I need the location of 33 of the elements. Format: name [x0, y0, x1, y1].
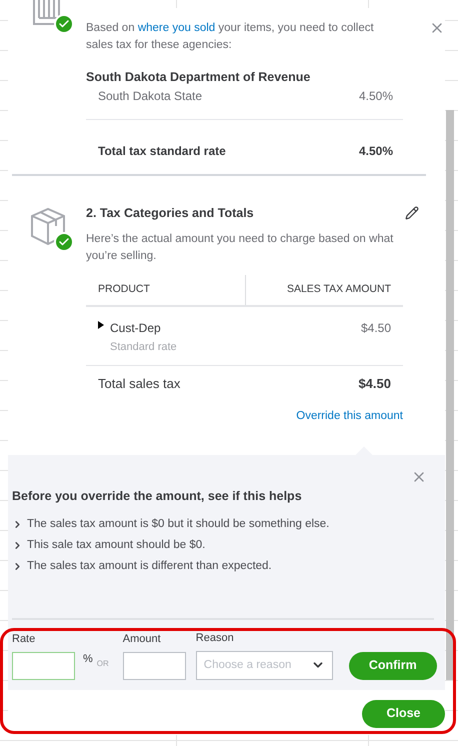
reason-label: Reason [196, 631, 235, 646]
total-rate-label: Total tax standard rate [98, 142, 226, 160]
help-tip-link[interactable]: The sales tax amount is $0 but it should be something else. [12, 516, 441, 533]
confirm-button[interactable]: Confirm [348, 652, 437, 680]
categories-description: Here’s the actual amount you need to charge based on what you’re selling. [86, 232, 394, 264]
section-title: 2. Tax Categories and Totals [86, 204, 254, 222]
scrollbar-thumb[interactable] [446, 110, 454, 680]
total-sales-tax-value: $4.50 [358, 375, 391, 393]
agencies-description: Based on where you sold your items, you need to collect sales tax for these agencies: [86, 21, 375, 53]
help-tip-link[interactable]: This sale tax amount should be $0. [12, 536, 441, 554]
percent-sign: % [83, 652, 93, 668]
or-label: OR [96, 658, 109, 670]
close-button[interactable]: Close [362, 700, 445, 728]
product-tax-amount: $4.50 [360, 320, 391, 336]
column-header: SALES TAX AMOUNT [286, 282, 392, 297]
total-sales-tax-label: Total sales tax [98, 375, 180, 393]
help-tip-link[interactable]: The sales tax amount is different than expected. [12, 558, 441, 576]
amount-field[interactable] [122, 652, 186, 680]
rate-label: Rate [12, 632, 36, 648]
amount-label: Amount [122, 632, 162, 648]
rate-field[interactable] [12, 652, 75, 680]
override-link[interactable]: Override this amount [296, 408, 403, 425]
edit-icon[interactable] [405, 206, 419, 220]
product-detail: Standard rate [110, 340, 177, 354]
tax-rate-name: South Dakota State [98, 88, 202, 105]
expand-caret-icon[interactable] [98, 320, 104, 328]
total-rate-value: 4.50% [358, 142, 393, 160]
column-header: PRODUCT [86, 274, 246, 304]
where-you-sold-link[interactable]: where you sold [138, 22, 216, 34]
agency-name: South Dakota Department of Revenue [86, 69, 312, 86]
override-heading: Before you override the amount, see if this helps [12, 488, 303, 505]
product-name: Cust-Dep [110, 320, 162, 336]
tax-rate-value: 4.50% [358, 88, 393, 105]
